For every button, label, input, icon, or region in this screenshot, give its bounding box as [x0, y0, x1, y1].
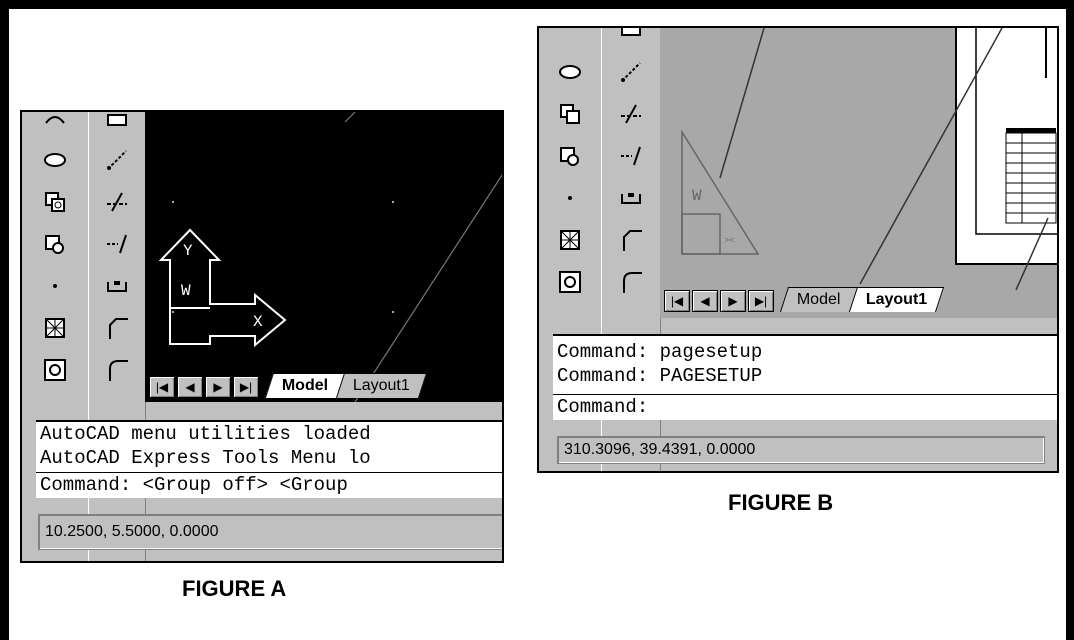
toolbar-partial-icon-2	[89, 112, 145, 138]
last-tab-icon[interactable]: ▶|	[748, 290, 774, 312]
fillet-icon[interactable]	[89, 350, 145, 390]
make-block-icon[interactable]	[539, 136, 601, 176]
insert-block-icon[interactable]	[22, 182, 88, 222]
coordinate-readout: 10.2500, 5.5000, 0.0000	[38, 514, 502, 550]
svg-text:><: ><	[724, 236, 735, 246]
next-tab-icon[interactable]: ▶	[205, 376, 231, 398]
extend-icon[interactable]	[602, 136, 660, 176]
svg-text:W: W	[181, 282, 191, 300]
toolbar-partial-icon-2	[602, 28, 660, 46]
coordinate-readout: 310.3096, 39.4391, 0.0000	[557, 436, 1045, 464]
command-prompt-input[interactable]: Command:	[553, 394, 1057, 419]
tab-layout1[interactable]: Layout1	[336, 373, 428, 398]
last-tab-icon[interactable]: ▶|	[233, 376, 259, 398]
region-icon[interactable]	[22, 350, 88, 390]
region-icon[interactable]	[539, 262, 601, 302]
command-history-line: AutoCAD Express Tools Menu lo	[40, 447, 371, 469]
trim-icon[interactable]	[602, 94, 660, 134]
chamfer-icon[interactable]	[602, 220, 660, 260]
model-viewport[interactable]: Y W X |◀ ◀ ▶ ▶| Model Layout1	[145, 112, 502, 403]
figure-b-caption: FIGURE B	[728, 490, 834, 515]
figure-b-window: W >< |◀ ◀ ▶ ▶| Model Layout1 Command: pa…	[537, 26, 1059, 473]
prev-tab-icon[interactable]: ◀	[177, 376, 203, 398]
trim-icon[interactable]	[89, 182, 145, 222]
paper-space-icon: W ><	[681, 28, 1057, 291]
construction-line-icon[interactable]	[602, 52, 660, 92]
command-prompt-input[interactable]: Command: <Group off> <Group	[36, 472, 502, 497]
first-tab-icon[interactable]: |◀	[664, 290, 690, 312]
layout-tab-bar: |◀ ◀ ▶ ▶| Model Layout1	[149, 372, 502, 398]
make-block-icon[interactable]	[22, 224, 88, 264]
hatch-icon[interactable]	[22, 308, 88, 348]
tab-layout1[interactable]: Layout1	[848, 287, 944, 312]
next-tab-icon[interactable]: ▶	[720, 290, 746, 312]
ellipse-icon[interactable]	[22, 140, 88, 180]
figure-a-window: Y W X |◀ ◀ ▶ ▶| Model Layout1 AutoCAD me…	[20, 110, 504, 563]
command-window[interactable]: Command: pagesetup Command: PAGESETUP Co…	[553, 334, 1057, 420]
command-history-line: AutoCAD menu utilities loaded	[40, 423, 371, 445]
insert-block-icon[interactable]	[539, 94, 601, 134]
point-icon[interactable]	[539, 178, 601, 218]
break-icon[interactable]	[89, 266, 145, 306]
layout-viewport[interactable]: W >< |◀ ◀ ▶ ▶| Model Layout1	[660, 28, 1057, 318]
extend-icon[interactable]	[89, 224, 145, 264]
layout-tab-bar: |◀ ◀ ▶ ▶| Model Layout1	[664, 286, 1057, 312]
fillet-icon[interactable]	[602, 262, 660, 302]
construction-line-icon[interactable]	[89, 140, 145, 180]
chamfer-icon[interactable]	[89, 308, 145, 348]
hatch-icon[interactable]	[539, 220, 601, 260]
tab-model[interactable]: Model	[779, 287, 858, 312]
prev-tab-icon[interactable]: ◀	[692, 290, 718, 312]
svg-text:Y: Y	[183, 242, 193, 260]
tab-model[interactable]: Model	[264, 373, 346, 398]
figure-a-caption: FIGURE A	[182, 576, 287, 601]
ucs-icon: Y W X	[158, 112, 502, 403]
svg-text:W: W	[692, 187, 702, 205]
svg-text:X: X	[253, 313, 263, 331]
command-history-line: Command: PAGESETUP	[557, 365, 763, 387]
command-history-line: Command: pagesetup	[557, 341, 763, 363]
first-tab-icon[interactable]: |◀	[149, 376, 175, 398]
command-window[interactable]: AutoCAD menu utilities loaded AutoCAD Ex…	[36, 420, 502, 498]
break-icon[interactable]	[602, 178, 660, 218]
toolbar-partial-icon	[22, 112, 88, 138]
ellipse-icon[interactable]	[539, 52, 601, 92]
point-icon[interactable]	[22, 266, 88, 306]
